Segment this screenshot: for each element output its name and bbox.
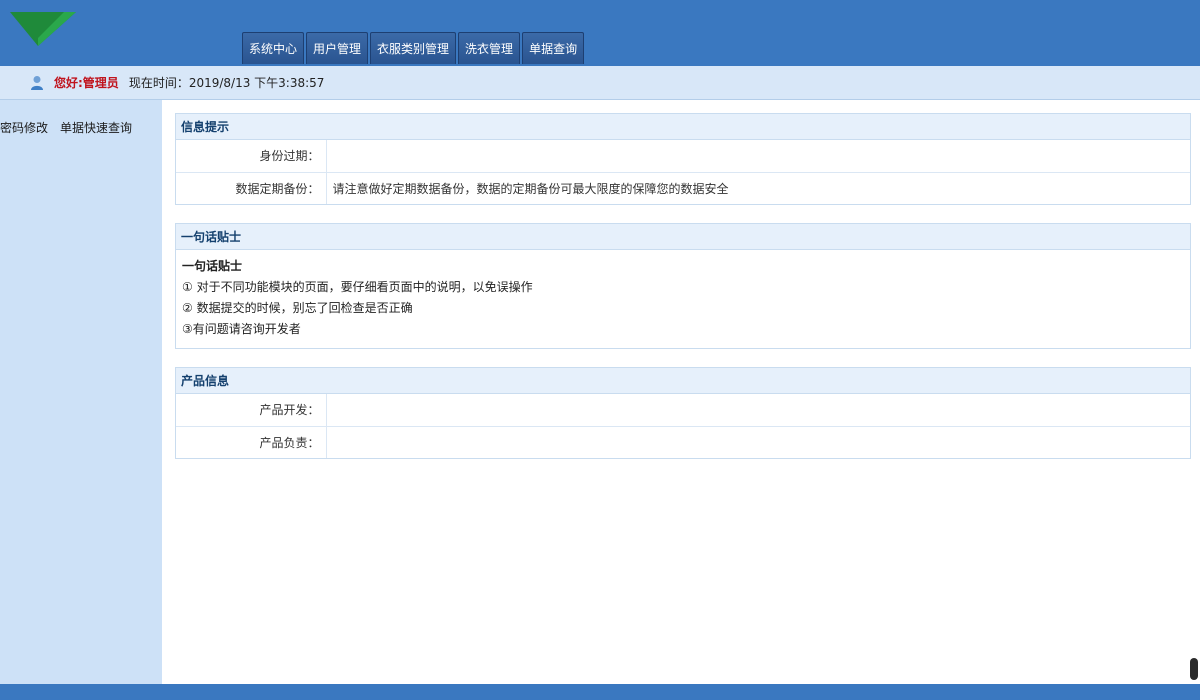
identity-expiry-value [326, 140, 1190, 172]
product-owner-value [326, 425, 1190, 458]
table-row: 产品开发： [176, 394, 1190, 426]
sidebar-item-quick-receipt-query[interactable]: 单据快速查询 [60, 119, 132, 136]
info-bar: 您好:管理员 现在时间：2019/8/13 下午3:38:57 [0, 66, 1200, 100]
product-panel-title: 产品信息 [176, 368, 1190, 394]
header-bar: 系统中心 用户管理 衣服类别管理 洗衣管理 单据查询 [0, 0, 1200, 66]
tab-user-management[interactable]: 用户管理 [306, 32, 369, 64]
info-panel: 信息提示 身份过期： 数据定期备份： 请注意做好定期数据备份，数据的定期备份可最… [175, 113, 1191, 205]
table-row: 数据定期备份： 请注意做好定期数据备份，数据的定期备份可最大限度的保障您的数据安… [176, 171, 1190, 204]
product-developer-label: 产品开发： [176, 394, 327, 426]
footer-bar [0, 684, 1200, 700]
greeting-text: 您好:管理员 [54, 76, 119, 90]
product-panel: 产品信息 产品开发： 产品负责： [175, 367, 1191, 459]
tips-body: 一句话贴士 ① 对于不同功能模块的页面，要仔细看页面中的说明，以免误操作 ② 数… [176, 250, 1190, 348]
list-item: ① 对于不同功能模块的页面，要仔细看页面中的说明，以免误操作 [182, 280, 533, 294]
sidebar: 密码修改 单据快速查询 [0, 100, 162, 684]
list-item: ③有问题请咨询开发者 [182, 322, 301, 336]
top-nav: 系统中心 用户管理 衣服类别管理 洗衣管理 单据查询 [242, 32, 585, 64]
tab-system-center[interactable]: 系统中心 [242, 32, 305, 64]
tips-heading: 一句话贴士 [182, 259, 243, 273]
product-table: 产品开发： 产品负责： [176, 394, 1190, 458]
scrollbar-thumb[interactable] [1190, 658, 1198, 680]
user-icon [31, 75, 43, 90]
list-item: ② 数据提交的时候，别忘了回检查是否正确 [182, 301, 413, 315]
main-content: 信息提示 身份过期： 数据定期备份： 请注意做好定期数据备份，数据的定期备份可最… [162, 100, 1200, 684]
identity-expiry-label: 身份过期： [176, 140, 327, 172]
table-row: 产品负责： [176, 425, 1190, 458]
product-developer-value [326, 394, 1190, 426]
tips-panel-title: 一句话贴士 [176, 224, 1190, 250]
sidebar-item-change-password[interactable]: 密码修改 [0, 119, 48, 136]
tips-panel: 一句话贴士 一句话贴士 ① 对于不同功能模块的页面，要仔细看页面中的说明，以免误… [175, 223, 1191, 349]
sidebar-links: 密码修改 单据快速查询 [0, 100, 162, 136]
tab-laundry-management[interactable]: 洗衣管理 [458, 32, 521, 64]
tab-clothes-category-management[interactable]: 衣服类别管理 [370, 32, 457, 64]
product-owner-label: 产品负责： [176, 425, 327, 458]
info-panel-title: 信息提示 [176, 114, 1190, 140]
table-row: 身份过期： [176, 140, 1190, 172]
tab-receipt-query[interactable]: 单据查询 [522, 32, 585, 64]
info-table: 身份过期： 数据定期备份： 请注意做好定期数据备份，数据的定期备份可最大限度的保… [176, 140, 1190, 204]
current-time: 现在时间：2019/8/13 下午3:38:57 [128, 76, 325, 90]
data-backup-label: 数据定期备份： [176, 171, 327, 204]
data-backup-value: 请注意做好定期数据备份，数据的定期备份可最大限度的保障您的数据安全 [326, 171, 1190, 204]
logo-icon [10, 12, 76, 46]
